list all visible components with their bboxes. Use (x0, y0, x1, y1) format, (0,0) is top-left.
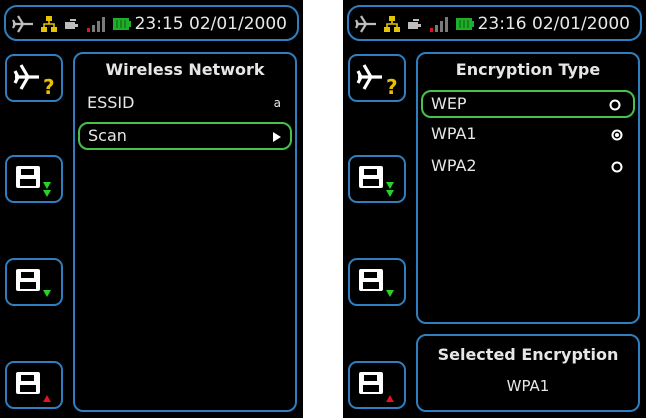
battery-icon (113, 18, 131, 30)
battery-small-icon (65, 19, 78, 29)
scan-row[interactable]: Scan (78, 122, 292, 150)
signal-bars-icon (87, 17, 105, 32)
essid-value: a (273, 96, 281, 110)
right-device-screen: 23:16 02/01/2000 ? Encryption Type WEP W… (343, 0, 646, 418)
save-icon (359, 166, 394, 197)
help-icon: ? (13, 64, 55, 97)
left-device-screen: 23:15 02/01/2000 ? Wireless Network ESSI… (0, 0, 303, 418)
status-bar: 23:16 02/01/2000 (347, 5, 642, 41)
save-down-button[interactable] (5, 258, 63, 306)
airplane-icon (12, 15, 33, 33)
network-icon (384, 16, 400, 32)
network-icon (41, 16, 57, 32)
option-wep-row[interactable]: WEP (421, 90, 635, 118)
status-icons (355, 14, 475, 34)
option-wpa1-row[interactable]: WPA1 (421, 120, 635, 148)
battery-icon (456, 18, 474, 30)
wireless-network-panel: Wireless Network ESSID a Scan (73, 52, 297, 412)
signal-bars-icon (430, 17, 448, 32)
option-wpa1-label: WPA1 (431, 124, 477, 143)
panel-title: Encryption Type (455, 60, 601, 79)
save-up-button[interactable] (348, 361, 406, 409)
selected-encryption-title: Selected Encryption (437, 345, 619, 364)
help-button[interactable]: ? (348, 54, 406, 102)
svg-text:?: ? (386, 75, 398, 97)
radio-icon[interactable] (611, 129, 623, 141)
save-icon (359, 372, 394, 402)
selected-encryption-panel: Selected Encryption WPA1 (416, 334, 640, 412)
save-icon (16, 372, 51, 402)
svg-text:?: ? (43, 75, 55, 97)
selected-encryption-value: WPA1 (506, 377, 550, 395)
save-download-button[interactable] (348, 155, 406, 203)
option-wep-label: WEP (431, 94, 467, 113)
status-time: 23:15 02/01/2000 (134, 14, 287, 34)
save-down-button[interactable] (348, 258, 406, 306)
save-icon (16, 166, 51, 197)
status-icons (12, 14, 132, 34)
airplane-icon (355, 15, 376, 33)
save-icon (16, 269, 51, 297)
play-arrow-icon (273, 132, 281, 142)
save-download-button[interactable] (5, 155, 63, 203)
option-wpa2-label: WPA2 (431, 156, 477, 175)
save-icon (359, 269, 394, 297)
save-up-button[interactable] (5, 361, 63, 409)
radio-icon[interactable] (611, 161, 623, 173)
panel-title: Wireless Network (105, 60, 265, 79)
encryption-type-panel: Encryption Type WEP WPA1 WPA2 (416, 52, 640, 324)
essid-label[interactable]: ESSID (87, 93, 134, 113)
help-icon: ? (356, 64, 398, 97)
option-wpa2-row[interactable]: WPA2 (421, 152, 635, 180)
battery-small-icon (408, 19, 421, 29)
help-button[interactable]: ? (5, 54, 63, 102)
status-bar: 23:15 02/01/2000 (4, 5, 299, 41)
scan-label: Scan (88, 126, 127, 145)
radio-icon[interactable] (609, 99, 621, 111)
status-time: 23:16 02/01/2000 (477, 14, 630, 34)
